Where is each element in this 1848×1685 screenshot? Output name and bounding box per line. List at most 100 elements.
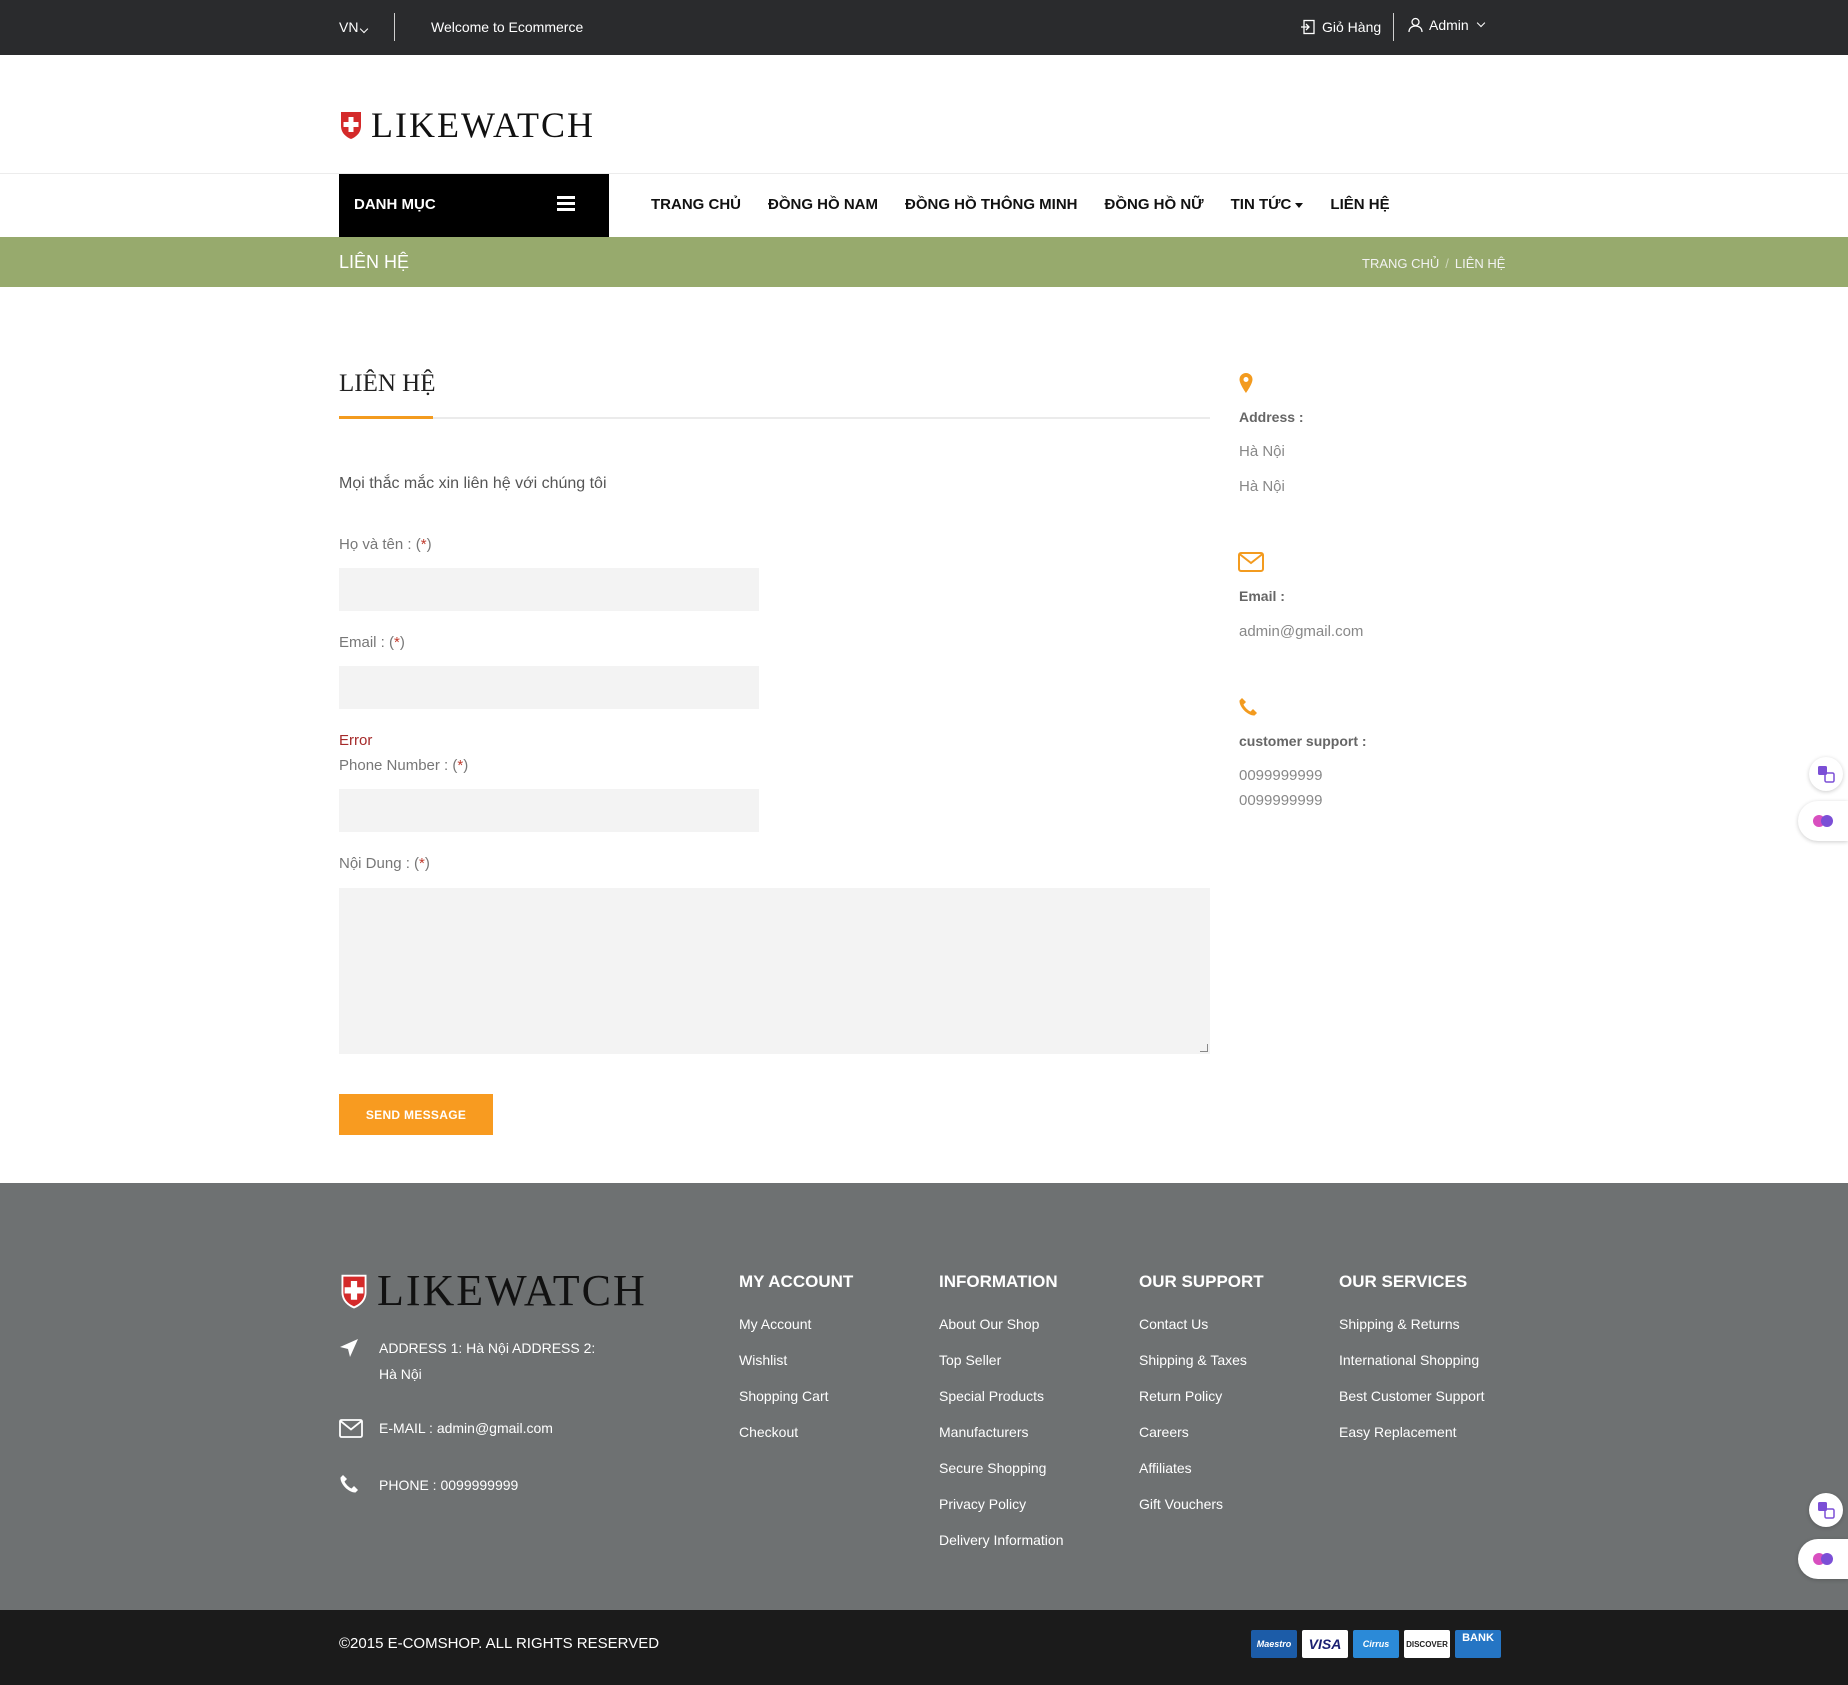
nav-item-womens-watches[interactable]: ĐỒNG HỒ NỮ [1105, 196, 1204, 213]
footer-link[interactable]: Easy Replacement [1339, 1424, 1457, 1440]
language-selector[interactable]: VN [339, 19, 369, 35]
user-icon [1408, 17, 1423, 33]
footer-link[interactable]: Privacy Policy [939, 1496, 1026, 1512]
footer-link[interactable]: Shipping & Taxes [1139, 1352, 1247, 1368]
required-mark: * [419, 855, 425, 872]
category-label: DANH MỤC [354, 196, 436, 213]
top-bar: VN Welcome to Ecommerce Giỏ Hàng Admin [0, 0, 1848, 55]
map-marker-icon [1239, 373, 1253, 393]
cart-link[interactable]: Giỏ Hàng [1300, 19, 1381, 35]
main-nav: TRANG CHỦ ĐỒNG HỒ NAM ĐỒNG HỒ THÔNG MINH… [651, 196, 1390, 213]
address-line-1: Hà Nội [1239, 443, 1285, 460]
hamburger-icon [557, 196, 575, 211]
email-label-text: Email : [339, 634, 385, 651]
discover-card-icon: DISCOVER [1404, 1630, 1450, 1658]
phone-label-text: Phone Number : [339, 757, 449, 774]
divider [1393, 13, 1394, 41]
language-label: VN [339, 19, 359, 35]
message-textarea[interactable] [339, 888, 1210, 1054]
account-menu[interactable]: Admin [1408, 17, 1485, 33]
footer-link[interactable]: Wishlist [739, 1352, 787, 1368]
required-mark: * [420, 536, 427, 553]
footer-email: E-MAIL : admin@gmail.com [379, 1420, 553, 1436]
ai-assistant-widget[interactable] [1798, 1539, 1848, 1579]
footer-link[interactable]: Careers [1139, 1424, 1189, 1440]
support-phone-2: 0099999999 [1239, 792, 1323, 809]
phone-field[interactable] [339, 789, 759, 832]
breadcrumb-bar: LIÊN HỆ TRANG CHỦ / LIÊN HỆ [0, 237, 1848, 287]
breadcrumb-current: LIÊN HỆ [1454, 256, 1506, 271]
ai-assistant-widget[interactable] [1798, 801, 1848, 841]
address-title: Address : [1239, 409, 1304, 425]
footer-link[interactable]: My Account [739, 1316, 811, 1332]
site-logo[interactable]: LIKEWATCH [339, 104, 595, 146]
footer-link[interactable]: Best Customer Support [1339, 1388, 1485, 1404]
footer-link[interactable]: Checkout [739, 1424, 798, 1440]
email-title: Email : [1239, 588, 1285, 604]
footer-address-line-2: Hà Nội [379, 1366, 422, 1382]
name-label-text: Họ và tên : [339, 536, 412, 553]
account-label: Admin [1429, 17, 1469, 33]
breadcrumb-home[interactable]: TRANG CHỦ [1362, 256, 1439, 271]
swiss-shield-icon [341, 1274, 367, 1308]
translate-widget[interactable] [1809, 757, 1843, 791]
footer-link[interactable]: Special Products [939, 1388, 1044, 1404]
welcome-text: Welcome to Ecommerce [431, 19, 584, 35]
translate-widget[interactable] [1809, 1493, 1843, 1527]
footer-logo[interactable]: LIKEWATCH [339, 1265, 647, 1316]
support-phone-1: 0099999999 [1239, 767, 1323, 784]
footer-link[interactable]: Gift Vouchers [1139, 1496, 1223, 1512]
footer-col-our-services-title: OUR SERVICES [1339, 1272, 1468, 1291]
required-mark: * [457, 757, 464, 774]
heading-accent-bar [339, 416, 433, 419]
chevron-down-icon [360, 24, 369, 34]
name-label: Họ và tên : (*) [339, 536, 432, 553]
footer-col-our-support-title: OUR SUPPORT [1139, 1272, 1264, 1291]
footer-phone: PHONE : 0099999999 [379, 1477, 519, 1493]
support-title: customer support : [1239, 733, 1367, 749]
payment-methods: Maestro VISA Cirrus DISCOVER BANK [1251, 1630, 1501, 1658]
cirrus-card-icon: Cirrus [1353, 1630, 1399, 1658]
cart-label: Giỏ Hàng [1322, 19, 1382, 35]
copyright-bar: ©2015 E-COMSHOP. ALL RIGHTS RESERVED Mae… [0, 1610, 1848, 1685]
nav-item-home[interactable]: TRANG CHỦ [651, 196, 741, 213]
footer-link[interactable]: Shopping Cart [739, 1388, 829, 1404]
footer-link[interactable]: Top Seller [939, 1352, 1001, 1368]
footer-link[interactable]: Delivery Information [939, 1532, 1064, 1548]
nav-item-news[interactable]: TIN TỨC [1231, 196, 1304, 213]
footer-link[interactable]: Affiliates [1139, 1460, 1192, 1476]
footer-link[interactable]: About Our Shop [939, 1316, 1039, 1332]
footer-link[interactable]: Manufacturers [939, 1424, 1028, 1440]
phone-icon [1239, 698, 1257, 716]
footer-address: ADDRESS 1: Hà Nội ADDRESS 2: Hà Nội [379, 1335, 595, 1387]
page-title: LIÊN HỆ [339, 252, 410, 272]
contact-intro: Mọi thắc mắc xin liên hệ với chúng tôi [339, 475, 607, 492]
email-value: admin@gmail.com [1239, 623, 1364, 640]
content-label: Nội Dung : (*) [339, 855, 430, 872]
footer-link[interactable]: Contact Us [1139, 1316, 1208, 1332]
phone-label: Phone Number : (*) [339, 757, 469, 774]
nav-item-smart-watches[interactable]: ĐỒNG HỒ THÔNG MINH [905, 196, 1078, 213]
breadcrumb: TRANG CHỦ / LIÊN HỆ [1362, 256, 1505, 271]
nav-item-news-label: TIN TỨC [1230, 196, 1292, 213]
resize-handle[interactable] [1200, 1044, 1208, 1052]
footer-link[interactable]: International Shopping [1339, 1352, 1479, 1368]
name-field[interactable] [339, 568, 759, 611]
visa-card-icon: VISA [1302, 1630, 1348, 1658]
bank-card-icon: BANK [1455, 1630, 1501, 1658]
translate-icon [1818, 766, 1835, 783]
footer-link[interactable]: Return Policy [1139, 1388, 1222, 1404]
email-label: Email : (*) [339, 634, 405, 651]
footer-link[interactable]: Shipping & Returns [1339, 1316, 1460, 1332]
nav-item-contact[interactable]: LIÊN HỆ [1330, 196, 1389, 213]
email-field[interactable] [339, 666, 759, 709]
chevron-down-icon [1476, 18, 1485, 28]
category-menu-button[interactable]: DANH MỤC [339, 174, 609, 237]
footer [0, 1183, 1848, 1610]
required-mark: * [394, 634, 400, 651]
footer-link[interactable]: Secure Shopping [939, 1460, 1046, 1476]
nav-item-mens-watches[interactable]: ĐỒNG HỒ NAM [768, 196, 878, 213]
login-icon [1301, 19, 1315, 35]
copyright-text: ©2015 E-COMSHOP. ALL RIGHTS RESERVED [339, 1635, 660, 1652]
send-message-button[interactable]: SEND MESSAGE [339, 1094, 493, 1135]
